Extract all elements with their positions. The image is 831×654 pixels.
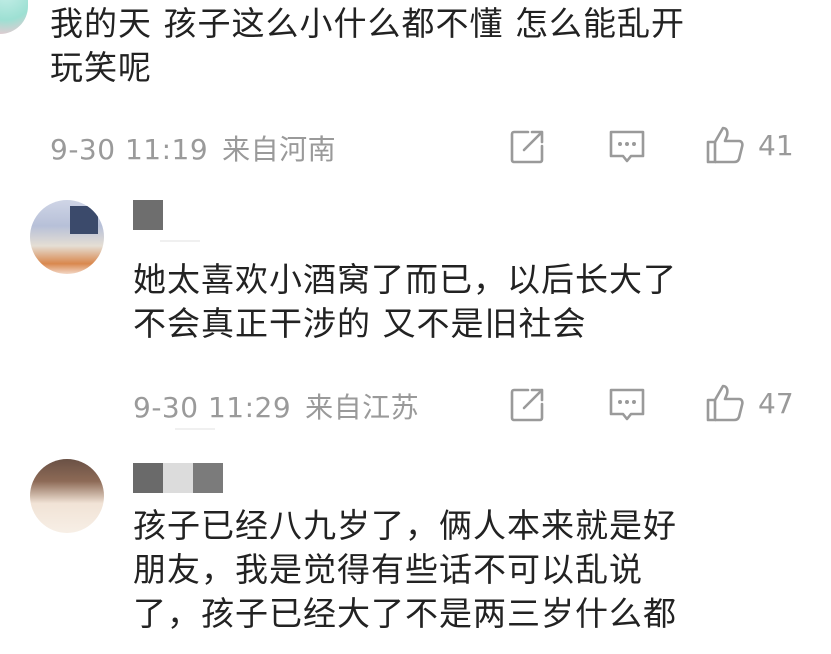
like-count: 41 xyxy=(758,128,794,162)
comment-line: 孩子已经八九岁了，俩人本来就是好 xyxy=(133,506,677,545)
comment-text: 我的天 孩子这么小什么都不懂 怎么能乱开 玩笑呢 xyxy=(50,2,820,90)
reply-button[interactable] xyxy=(607,128,647,166)
comment-meta: 9-30 11:29 来自江苏 xyxy=(133,386,419,426)
thumbs-up-icon xyxy=(706,384,744,422)
thumbs-up-icon xyxy=(706,126,744,164)
comment-line: 了，孩子已经大了不是两三岁什么都 xyxy=(133,594,677,633)
comment-time: 9-30 11:29 xyxy=(133,391,292,424)
comment-icon xyxy=(609,388,645,421)
divider xyxy=(175,428,215,430)
comment-line: 她太喜欢小酒窝了而已，以后长大了 xyxy=(133,260,677,299)
like-button[interactable]: 47 xyxy=(704,382,794,424)
comment-text: 她太喜欢小酒窝了而已，以后长大了 不会真正干涉的 又不是旧社会 xyxy=(133,258,823,346)
share-button[interactable] xyxy=(508,386,546,424)
comment-location: 来自河南 xyxy=(222,133,337,166)
username-mosaic[interactable] xyxy=(133,463,223,493)
avatar[interactable] xyxy=(30,200,104,274)
like-count: 47 xyxy=(758,386,794,420)
share-button[interactable] xyxy=(508,128,546,166)
divider xyxy=(160,240,200,242)
like-button[interactable]: 41 xyxy=(704,124,794,166)
comment-line: 我的天 孩子这么小什么都不懂 怎么能乱开 xyxy=(50,4,685,43)
username-mosaic[interactable] xyxy=(133,200,163,230)
comment-meta: 9-30 11:19 来自河南 xyxy=(50,128,336,168)
share-icon xyxy=(510,388,544,422)
avatar[interactable] xyxy=(0,0,28,34)
avatar[interactable] xyxy=(30,459,104,533)
comment-icon xyxy=(609,130,645,163)
share-icon xyxy=(510,130,544,164)
comment-line: 朋友，我是觉得有些话不可以乱说 xyxy=(133,550,643,589)
comment-location: 来自江苏 xyxy=(305,391,420,424)
comment-line: 不会真正干涉的 又不是旧社会 xyxy=(133,304,587,343)
comment-text: 孩子已经八九岁了，俩人本来就是好 朋友，我是觉得有些话不可以乱说 了，孩子已经大… xyxy=(133,504,823,636)
comment-thread: 我的天 孩子这么小什么都不懂 怎么能乱开 玩笑呢 9-30 11:19 来自河南 … xyxy=(0,0,831,654)
reply-button[interactable] xyxy=(607,386,647,424)
comment-line: 玩笑呢 xyxy=(50,48,152,87)
comment-time: 9-30 11:19 xyxy=(50,133,209,166)
